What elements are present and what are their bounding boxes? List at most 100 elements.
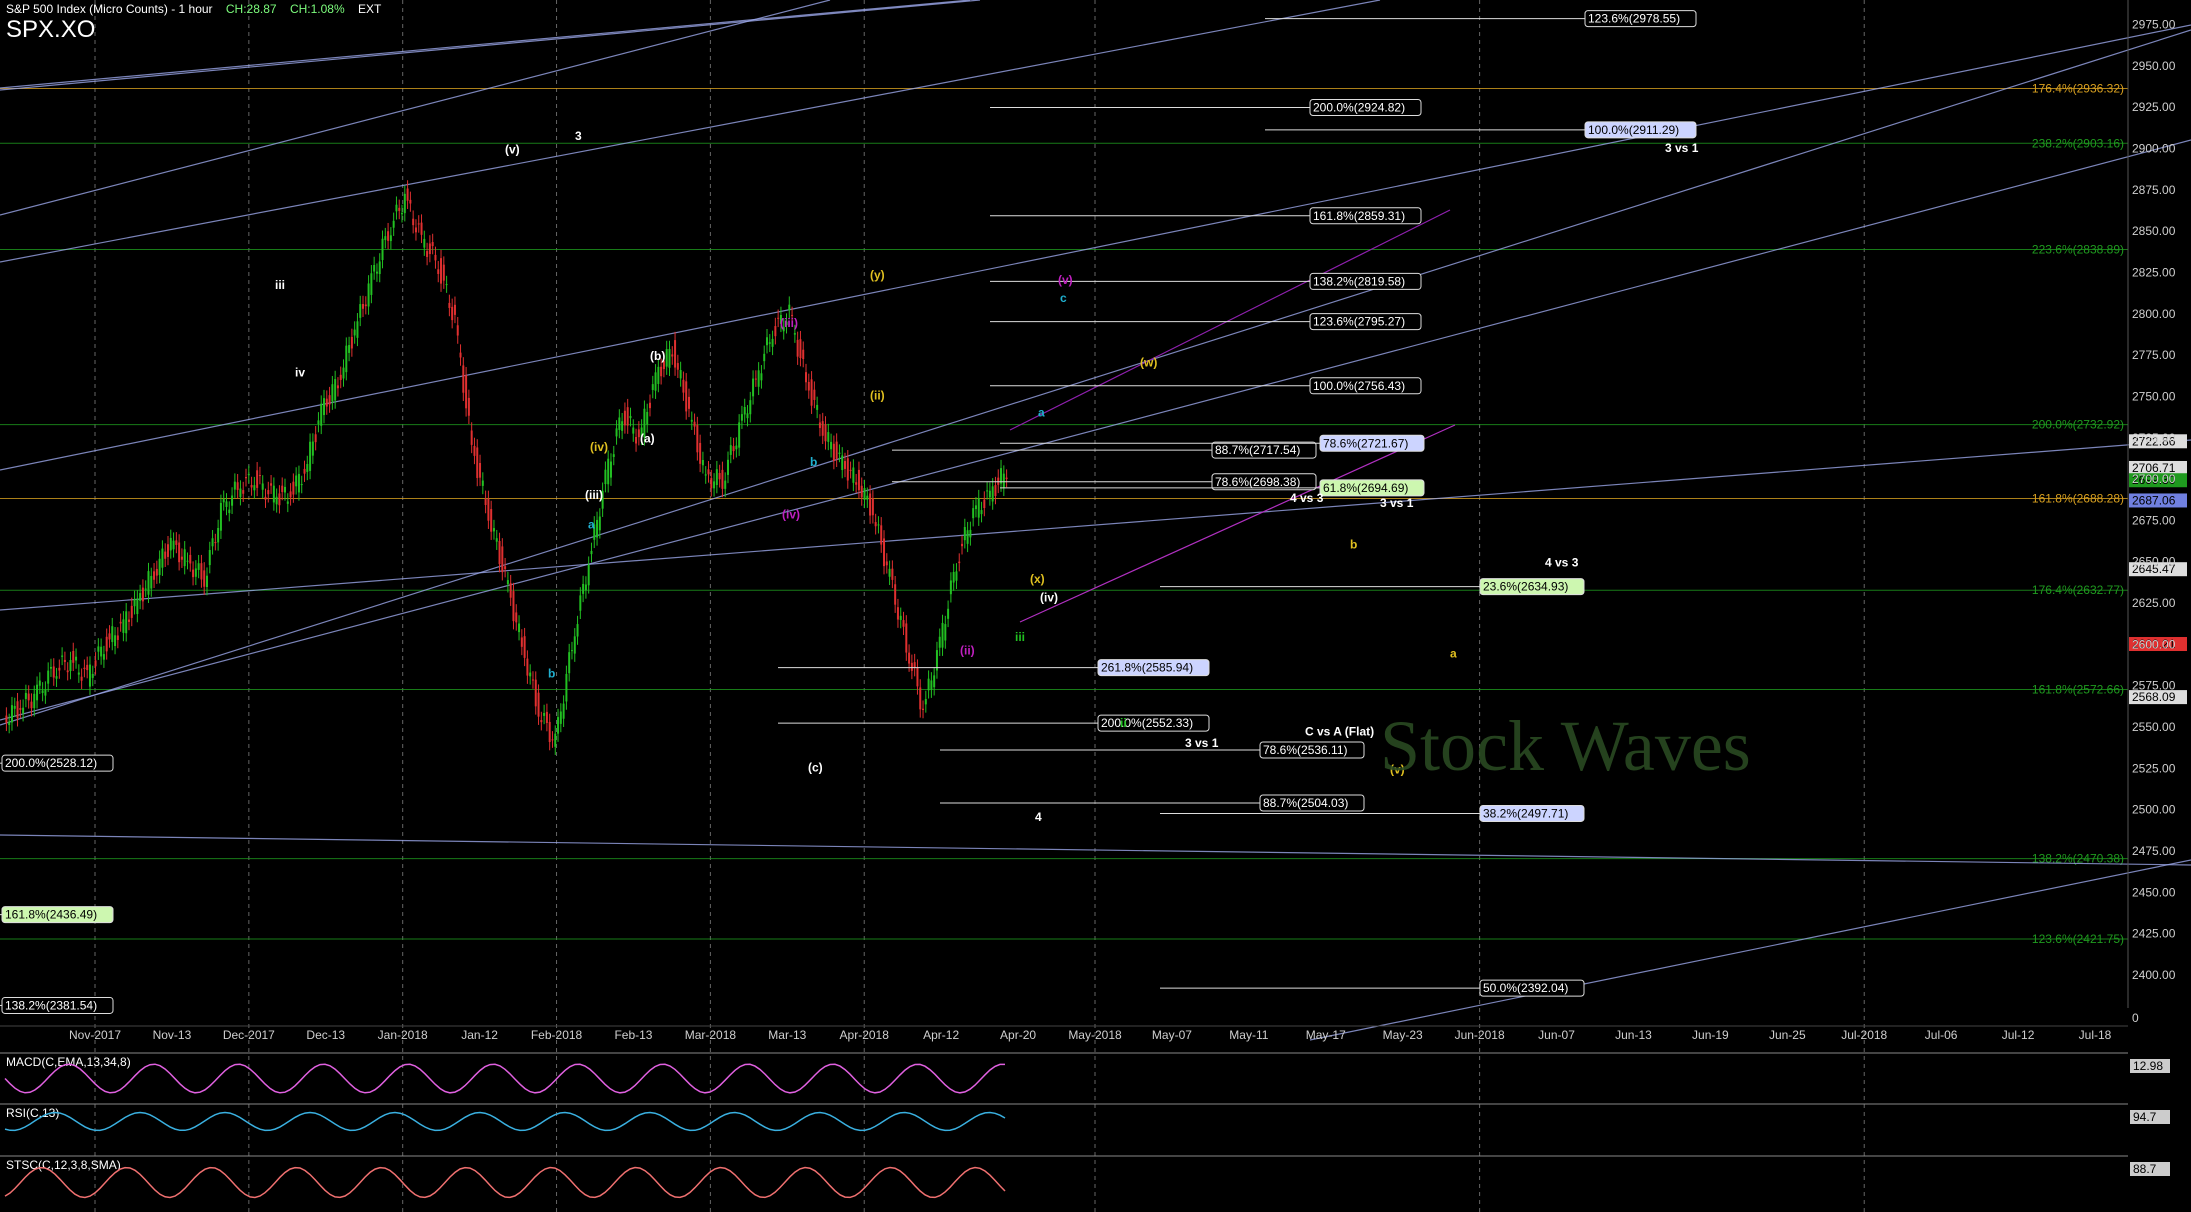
candle-body xyxy=(22,707,25,714)
candle-body xyxy=(381,238,384,261)
candle-body xyxy=(540,720,543,723)
wave-annotation: (ii) xyxy=(960,643,975,657)
candle-body xyxy=(682,379,685,393)
candle-body xyxy=(356,321,359,338)
candle-body xyxy=(247,473,250,476)
candle-body xyxy=(314,434,317,443)
candle-body xyxy=(189,554,192,564)
candle-body xyxy=(958,561,961,564)
candle-body xyxy=(699,442,702,464)
candle-body xyxy=(774,326,777,337)
candle-body xyxy=(760,373,763,381)
candle-body xyxy=(701,460,704,466)
candle-body xyxy=(846,458,849,481)
candle-body xyxy=(208,550,211,566)
candle-body xyxy=(141,587,144,602)
candle-body xyxy=(629,415,632,419)
candle-body xyxy=(501,546,504,573)
candle-body xyxy=(648,402,651,409)
candle-body xyxy=(838,452,841,454)
candle-body xyxy=(874,522,877,527)
price-tick-label: 2550.00 xyxy=(2132,720,2176,734)
candle-body xyxy=(484,498,487,505)
wave-annotation: a xyxy=(588,518,595,532)
candle-body xyxy=(997,477,1000,485)
candle-body xyxy=(810,379,813,406)
candle-body xyxy=(289,491,292,498)
wave-annotation: 4 vs 3 xyxy=(1545,556,1579,570)
candle-body xyxy=(562,703,565,719)
candle-body xyxy=(431,242,434,247)
grid-layer xyxy=(94,0,1865,1212)
candle-body xyxy=(133,598,136,607)
price-tick-label: 2925.00 xyxy=(2132,100,2176,114)
trend-channel-line xyxy=(1309,859,2191,1041)
candle-body xyxy=(830,441,833,450)
candle-body xyxy=(52,666,55,678)
candle-body xyxy=(877,524,880,526)
candle-body xyxy=(292,481,295,495)
fib-box-label: 200.0%(2552.33) xyxy=(1101,716,1193,730)
chart-title: S&P 500 Index (Micro Counts) - 1 hour xyxy=(6,2,213,16)
candle-body xyxy=(860,485,863,498)
candle-body xyxy=(888,568,891,577)
candle-body xyxy=(930,680,933,690)
time-tick-label: Dec-2017 xyxy=(223,1028,275,1042)
time-tick-label: Mar-13 xyxy=(768,1028,806,1042)
candle-body xyxy=(902,620,905,627)
trend-channel-line xyxy=(0,0,1381,263)
candle-body xyxy=(607,458,610,485)
candle-body xyxy=(467,397,470,416)
candle-body xyxy=(749,400,752,415)
candle-body xyxy=(297,473,300,493)
fib-box-label: 78.6%(2698.38) xyxy=(1215,475,1300,489)
fib-level-label: 161.8%(2688.28) xyxy=(2032,491,2124,505)
candle-body xyxy=(557,717,560,734)
candle-body xyxy=(49,667,52,669)
candle-body xyxy=(33,693,36,709)
candle-body xyxy=(88,664,91,687)
candle-body xyxy=(674,340,677,368)
candle-body xyxy=(568,652,571,674)
price-tick-label: 2950.00 xyxy=(2132,59,2176,73)
candle-body xyxy=(453,304,456,315)
fib-box-label: 138.2%(2381.54) xyxy=(5,998,97,1012)
candle-body xyxy=(66,670,69,673)
candle-body xyxy=(256,470,259,488)
candle-body xyxy=(203,570,206,587)
time-tick-label: May-17 xyxy=(1306,1028,1346,1042)
candle-body xyxy=(242,490,245,494)
candle-body xyxy=(512,591,515,622)
candle-body xyxy=(161,548,164,568)
candle-body xyxy=(77,672,80,675)
candle-body xyxy=(61,655,64,657)
candle-body xyxy=(105,636,108,652)
candle-body xyxy=(334,379,337,401)
candle-body xyxy=(122,619,125,633)
wave-annotation: 4 vs 3 xyxy=(1290,491,1324,505)
candle-body xyxy=(462,365,465,393)
candle-body xyxy=(799,339,802,359)
fib-level-label: 123.6%(2421.75) xyxy=(2032,932,2124,946)
candle-body xyxy=(738,422,741,448)
fib-level-label: 161.8%(2572.66) xyxy=(2032,683,2124,697)
candle-body xyxy=(715,469,718,486)
candle-body xyxy=(342,367,345,379)
candle-body xyxy=(816,404,819,410)
fib-box-label: 138.2%(2819.58) xyxy=(1313,274,1405,288)
candle-body xyxy=(509,583,512,598)
candle-body xyxy=(693,421,696,427)
candle-body xyxy=(205,575,208,587)
trend-channel-line xyxy=(0,834,2191,866)
fib-box-label: 161.8%(2859.31) xyxy=(1313,209,1405,223)
candle-body xyxy=(275,496,278,505)
candle-body xyxy=(788,304,791,311)
stock-chart[interactable]: 176.4%(2936.32) 238.2%(2903.16) 223.6%(283… xyxy=(0,0,2191,1212)
candle-body xyxy=(470,430,473,445)
price-tick-label: 2800.00 xyxy=(2132,307,2176,321)
candle-body xyxy=(707,469,710,475)
candle-body xyxy=(974,505,977,510)
candle-body xyxy=(743,406,746,415)
candle-body xyxy=(543,713,546,716)
candle-body xyxy=(192,569,195,578)
